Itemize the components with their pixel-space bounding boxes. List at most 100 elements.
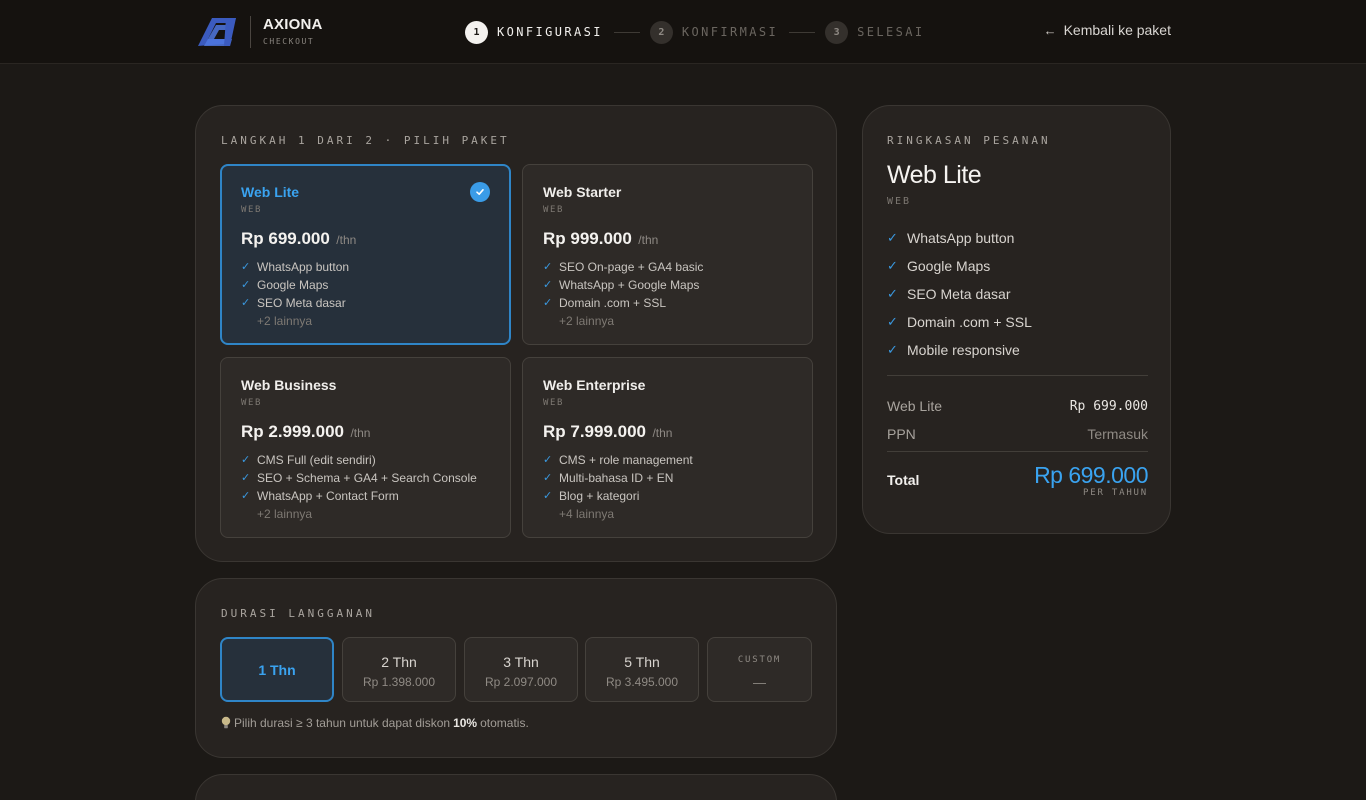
summary-feature-item: ✓ SEO Meta dasar: [887, 280, 1148, 308]
feature-item: ✓ WhatsApp + Google Maps: [543, 276, 792, 294]
check-icon: ✓: [887, 230, 898, 245]
package-category: WEB: [241, 205, 263, 215]
package-category: WEB: [543, 205, 565, 215]
check-icon: ✓: [241, 279, 251, 291]
step-label: KONFIGURASI: [497, 25, 603, 39]
feature-item: ✓ CMS Full (edit sendiri): [241, 451, 490, 469]
package-category: WEB: [543, 398, 565, 408]
feature-text: SEO + Schema + GA4 + Search Console: [257, 471, 477, 485]
feature-item: ✓ WhatsApp + Contact Form: [241, 487, 490, 505]
summary-feature-text: Google Maps: [907, 258, 991, 274]
package-features: ✓ CMS Full (edit sendiri) ✓ SEO + Schema +…: [241, 451, 490, 523]
step-konfigurasi: 1 KONFIGURASI: [465, 20, 603, 44]
package-card-web-enterprise[interactable]: Web Enterprise WEB Rp 7.999.000 /thn ✓ CM…: [522, 357, 813, 538]
summary-package-title: Web Lite: [887, 161, 982, 189]
check-icon: ✓: [543, 454, 553, 466]
summary-feature-text: Domain .com + SSL: [907, 314, 1032, 330]
duration-price: Rp 2.097.000: [484, 675, 558, 689]
total-amount: Rp 699.000: [1034, 462, 1148, 488]
check-icon: ✓: [543, 261, 553, 273]
checkout-stepper: 1 KONFIGURASI 2 KONFIRMASI 3 SELESAI: [465, 20, 925, 44]
duration-option-1-year[interactable]: 1 Thn: [220, 637, 334, 702]
feature-text: Multi-bahasa ID + EN: [559, 471, 674, 485]
package-card-web-business[interactable]: Web Business WEB Rp 2.999.000 /thn ✓ CMS …: [220, 357, 511, 538]
feature-text: WhatsApp + Google Maps: [559, 278, 700, 292]
feature-text: Blog + kategori: [559, 489, 640, 503]
package-name: Web Starter: [543, 184, 622, 200]
total-period: PER TAHUN: [1083, 488, 1148, 498]
duration-eyebrow: DURASI LANGGANAN: [221, 607, 375, 620]
package-name: Web Lite: [241, 184, 300, 200]
summary-feature-item: ✓ Google Maps: [887, 252, 1148, 280]
order-summary-content: RINGKASAN PESANAN Web Lite WEB ✓ WhatsApp…: [887, 134, 1148, 498]
duration-option-2-years[interactable]: 2 Thn Rp 1.398.000: [342, 637, 456, 702]
duration-price: Rp 1.398.000: [362, 675, 436, 689]
package-price: Rp 999.000 /thn: [543, 229, 792, 250]
summary-line-tax: PPN Termasuk: [887, 420, 1148, 448]
check-icon: ✓: [241, 472, 251, 484]
feature-text: WhatsApp button: [257, 260, 350, 274]
package-price-amount: Rp 7.999.000: [543, 422, 647, 441]
top-bar: AXIONA CHECKOUT 1 KONFIGURASI 2 KONFIRMA…: [0, 0, 1366, 64]
feature-more: +2 lainnya: [257, 507, 313, 521]
summary-feature-item: ✓ WhatsApp button: [887, 224, 1148, 252]
package-grid: Web Lite WEB Rp 699.000 /thn ✓ WhatsApp b…: [220, 164, 813, 539]
feature-text: SEO Meta dasar: [257, 296, 346, 310]
summary-divider: [887, 375, 1148, 376]
duration-label: 1 Thn: [258, 662, 296, 678]
check-icon: ✓: [241, 454, 251, 466]
package-name: Web Business: [241, 377, 337, 393]
feature-text: CMS Full (edit sendiri): [257, 453, 376, 467]
feature-item: ✓ SEO Meta dasar: [241, 294, 490, 312]
feature-item: ✓ CMS + role management: [543, 451, 792, 469]
step-label: SELESAI: [857, 25, 925, 39]
package-step-eyebrow: LANGKAH 1 DARI 2 · PILIH PAKET: [221, 134, 510, 147]
duration-label: 3 Thn: [503, 654, 539, 670]
axiona-logo-icon: [198, 18, 236, 46]
brand-sub: CHECKOUT: [263, 37, 315, 46]
back-to-packages-link[interactable]: ← Kembali ke paket: [1044, 22, 1171, 38]
duration-label: CUSTOM: [737, 655, 782, 665]
step-label: KONFIRMASI: [681, 25, 779, 39]
lightbulb-icon: [221, 716, 231, 729]
step-konfirmasi: 2 KONFIRMASI: [649, 20, 779, 44]
check-icon: ✓: [543, 279, 553, 291]
feature-item: ✓ Blog + kategori: [543, 487, 792, 505]
package-price-amount: Rp 699.000: [241, 229, 330, 248]
feature-text: CMS + role management: [559, 453, 693, 467]
duration-option-3-years[interactable]: 3 Thn Rp 2.097.000: [464, 637, 578, 702]
summary-feature-text: WhatsApp button: [907, 230, 1015, 246]
step-selesai: 3 SELESAI: [825, 20, 925, 44]
check-icon: ✓: [241, 261, 251, 273]
summary-line-package: Web Lite Rp 699.000: [887, 392, 1148, 420]
duration-price: —: [753, 675, 766, 690]
brand-logo[interactable]: AXIONA CHECKOUT: [196, 16, 323, 48]
summary-tax-value: Termasuk: [1087, 426, 1148, 442]
check-icon: ✓: [241, 490, 251, 502]
package-price-amount: Rp 999.000: [543, 229, 632, 248]
check-icon: ✓: [543, 490, 553, 502]
duration-option-custom[interactable]: CUSTOM —: [707, 637, 812, 702]
feature-item: ✓ Domain .com + SSL: [543, 294, 792, 312]
duration-panel: DURASI LANGGANAN 1 Thn 2 Thn Rp 1.398.00…: [195, 578, 837, 758]
summary-feature-text: Mobile responsive: [907, 342, 1020, 358]
summary-line-label: Web Lite: [887, 398, 942, 414]
package-price-period: /thn: [336, 233, 357, 247]
package-price-period: /thn: [350, 426, 371, 440]
package-card-web-lite[interactable]: Web Lite WEB Rp 699.000 /thn ✓ WhatsApp b…: [220, 164, 511, 345]
arrow-left-icon: ←: [1043, 22, 1057, 38]
next-section-panel: [195, 774, 837, 800]
feature-more: +4 lainnya: [559, 507, 615, 521]
summary-total: Total Rp 699.000 PER TAHUN: [887, 462, 1148, 498]
order-summary-panel: RINGKASAN PESANAN Web Lite WEB ✓ WhatsApp…: [862, 105, 1171, 534]
summary-feature-item: ✓ Domain .com + SSL: [887, 308, 1148, 336]
brand-name: AXIONA: [263, 16, 323, 33]
package-features: ✓ SEO On-page + GA4 basic ✓ WhatsApp + Goo…: [543, 258, 792, 330]
duration-option-5-years[interactable]: 5 Thn Rp 3.495.000: [585, 637, 699, 702]
feature-item: ✓ Google Maps: [241, 276, 490, 294]
package-features: ✓ WhatsApp button ✓ Google Maps ✓ SEO Meta …: [241, 258, 490, 330]
package-price-period: /thn: [638, 233, 659, 247]
check-icon: ✓: [887, 286, 898, 301]
feature-item: ✓ SEO On-page + GA4 basic: [543, 258, 792, 276]
package-card-web-starter[interactable]: Web Starter WEB Rp 999.000 /thn ✓ SEO On-…: [522, 164, 813, 345]
